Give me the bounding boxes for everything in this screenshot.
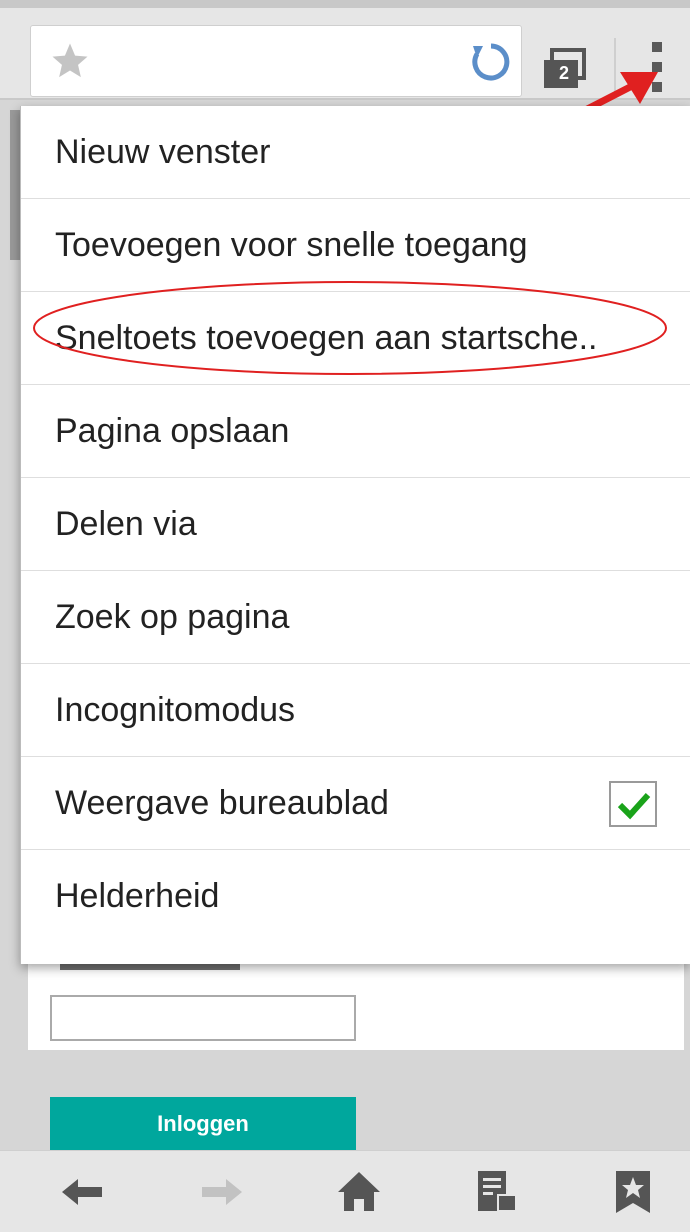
checkmark-icon xyxy=(617,792,651,820)
menu-item-find-in-page[interactable]: Zoek op pagina xyxy=(21,571,690,664)
toolbar-divider xyxy=(614,38,616,94)
login-button[interactable]: Inloggen xyxy=(50,1097,356,1150)
menu-item-brightness[interactable]: Helderheid xyxy=(21,850,690,943)
menu-item-label: Nieuw venster xyxy=(55,132,271,171)
tab-count-badge: 2 xyxy=(558,63,569,83)
menu-item-incognito[interactable]: Incognitomodus xyxy=(21,664,690,757)
home-icon[interactable] xyxy=(334,1167,384,1217)
page-scrollbar xyxy=(10,110,20,260)
menu-item-share-via[interactable]: Delen via xyxy=(21,478,690,571)
page-input-field[interactable] xyxy=(50,995,356,1041)
overflow-menu-icon[interactable] xyxy=(640,36,680,98)
address-bar[interactable] xyxy=(30,25,522,97)
menu-item-label: Toevoegen voor snelle toegang xyxy=(55,225,528,264)
back-arrow-icon[interactable] xyxy=(58,1167,108,1217)
bottom-navigation-bar xyxy=(0,1150,690,1232)
menu-item-label: Helderheid xyxy=(55,877,220,915)
menu-item-label: Incognitomodus xyxy=(55,690,296,729)
menu-item-new-window[interactable]: Nieuw venster xyxy=(21,106,690,199)
reload-icon[interactable] xyxy=(467,38,515,86)
menu-item-add-quick-access[interactable]: Toevoegen voor snelle toegang xyxy=(21,199,690,292)
star-icon[interactable] xyxy=(49,40,91,82)
menu-item-add-shortcut-homescreen[interactable]: Sneltoets toevoegen aan startsche.. xyxy=(21,292,690,385)
menu-item-label: Zoek op pagina xyxy=(55,597,290,636)
menu-item-desktop-view[interactable]: Weergave bureaublad xyxy=(21,757,690,850)
menu-item-label: Sneltoets toevoegen aan startsche.. xyxy=(55,318,598,357)
menu-item-label: Delen via xyxy=(55,504,197,543)
menu-item-label: Weergave bureaublad xyxy=(55,783,389,822)
bookmark-icon[interactable] xyxy=(608,1167,658,1217)
menu-item-label: Pagina opslaan xyxy=(55,411,290,450)
desktop-view-checkbox[interactable] xyxy=(609,781,657,827)
menu-item-save-page[interactable]: Pagina opslaan xyxy=(21,385,690,478)
browser-toolbar: 2 xyxy=(0,0,690,124)
overflow-menu: Nieuw venster Toevoegen voor snelle toeg… xyxy=(20,106,690,964)
reader-mode-icon[interactable] xyxy=(472,1167,522,1217)
forward-arrow-icon[interactable] xyxy=(196,1167,246,1217)
